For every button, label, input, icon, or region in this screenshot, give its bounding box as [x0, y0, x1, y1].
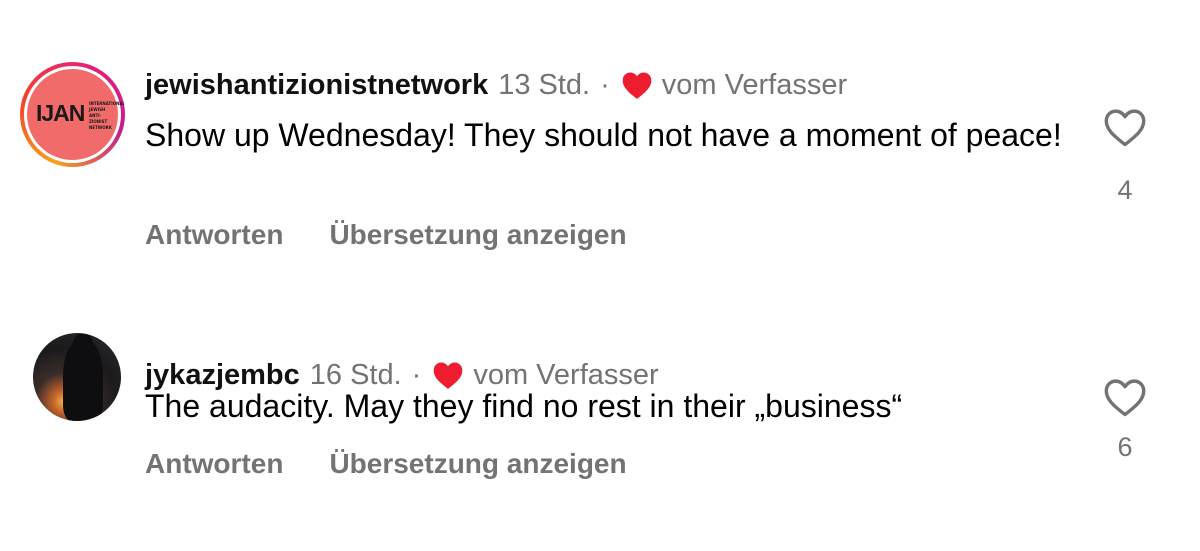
comment-meta: jewishantizionistnetwork 13 Std. · vom V…: [145, 65, 847, 105]
comment: jykazjembc 16 Std. · vom Verfasser The a…: [0, 290, 1200, 551]
username[interactable]: jewishantizionistnetwork: [145, 69, 488, 102]
ijan-logo: IJAN INTERNATIONAL JEWISH ANTI-ZIONIST N…: [27, 69, 125, 160]
translate-button[interactable]: Übersetzung anzeigen: [329, 448, 626, 480]
like-count: 4: [1117, 175, 1133, 205]
reply-button[interactable]: Antworten: [145, 219, 283, 251]
heart-outline-icon[interactable]: [1102, 106, 1148, 148]
avatar[interactable]: IJAN INTERNATIONAL JEWISH ANTI-ZIONIST N…: [20, 62, 125, 167]
timestamp: 13 Std.: [498, 68, 591, 101]
separator-dot: ·: [600, 68, 610, 101]
silhouette-head: [73, 333, 93, 355]
comment-text: The audacity. May they find no rest in t…: [145, 388, 903, 424]
like-column: 4: [1095, 106, 1155, 206]
logo-mark: IJAN: [36, 100, 85, 126]
comment-actions: Antworten Übersetzung anzeigen: [145, 448, 627, 480]
heart-filled-icon: [622, 72, 652, 99]
logo-subtext: INTERNATIONAL JEWISH ANTI-ZIONIST NETWOR…: [89, 101, 125, 130]
translate-button[interactable]: Übersetzung anzeigen: [329, 219, 626, 251]
like-column: 6: [1095, 376, 1155, 463]
comment: IJAN INTERNATIONAL JEWISH ANTI-ZIONIST N…: [0, 0, 1200, 290]
like-count: 6: [1117, 432, 1133, 462]
author-like-label: vom Verfasser: [661, 68, 848, 101]
heart-outline-icon[interactable]: [1102, 376, 1148, 418]
reply-button[interactable]: Antworten: [145, 448, 283, 480]
comment-actions: Antworten Übersetzung anzeigen: [145, 219, 627, 251]
avatar[interactable]: [33, 333, 121, 421]
comment-text: Show up Wednesday! They should not have …: [145, 117, 1062, 153]
